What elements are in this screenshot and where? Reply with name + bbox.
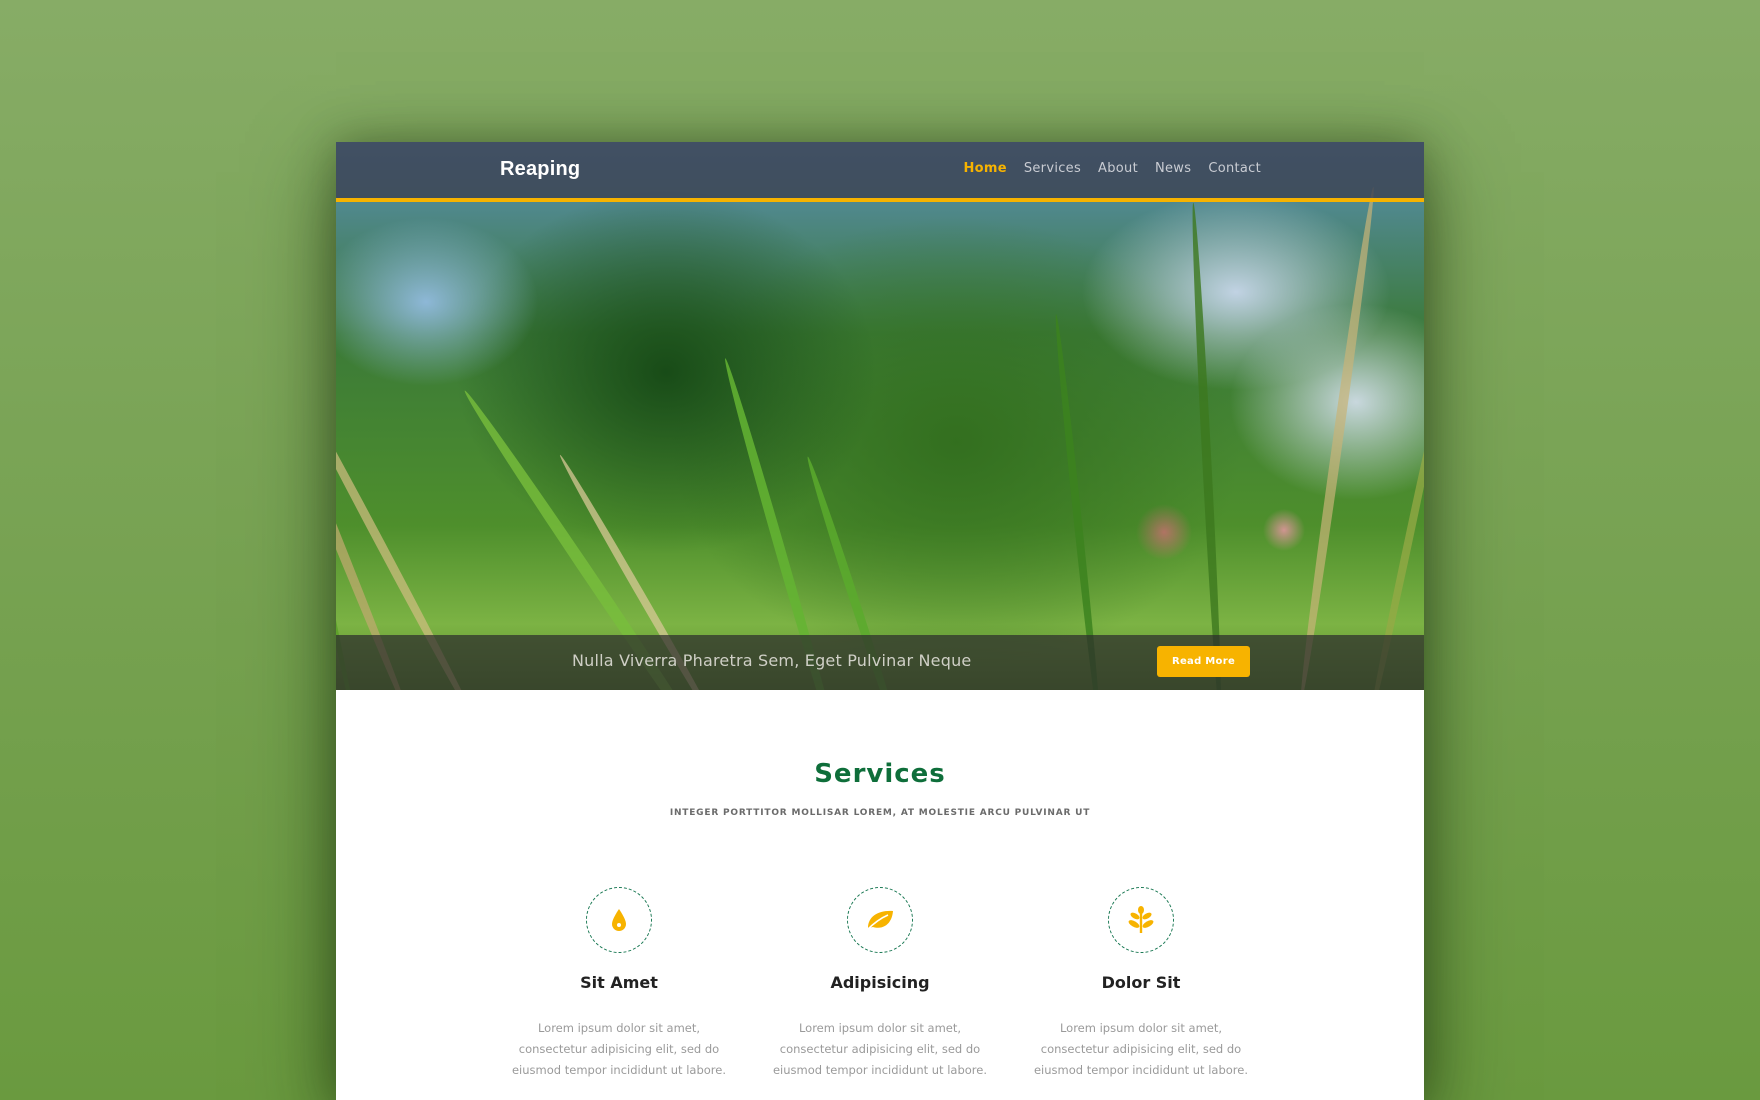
nav-link-news[interactable]: News	[1155, 161, 1191, 176]
service-name: Sit Amet	[580, 973, 658, 992]
nav-link-home[interactable]: Home	[963, 161, 1006, 176]
nav-link-about[interactable]: About	[1098, 161, 1138, 176]
hero-image	[336, 142, 1424, 690]
service-description: Lorem ipsum dolor sit amet, consectetur …	[511, 1021, 727, 1077]
services-subheading: INTEGER PORTTITOR MOLLISAR LOREM, AT MOL…	[669, 808, 1091, 818]
brand-logo[interactable]: Reaping	[500, 158, 580, 181]
sprout-icon	[1108, 887, 1174, 953]
service-name: Adipisicing	[830, 973, 930, 992]
service-card: Sit Amet Lorem ipsum dolor sit amet, con…	[499, 887, 739, 1081]
service-card: Dolor Sit Lorem ipsum dolor sit amet, co…	[1021, 887, 1261, 1081]
main-nav: Home Services About News Contact	[963, 161, 1261, 176]
nav-link-contact[interactable]: Contact	[1208, 161, 1261, 176]
leaf-icon	[847, 887, 913, 953]
nav-link-services[interactable]: Services	[1024, 161, 1081, 176]
service-description: Lorem ipsum dolor sit amet, consectetur …	[772, 1021, 988, 1077]
service-name: Dolor Sit	[1101, 973, 1181, 992]
website-preview-frame: Reaping Home Services About News Contact…	[336, 142, 1424, 1100]
hero-caption-bar: Nulla Viverra Pharetra Sem, Eget Pulvina…	[336, 635, 1424, 690]
top-navbar: Reaping Home Services About News Contact	[336, 142, 1424, 202]
hero-caption: Nulla Viverra Pharetra Sem, Eget Pulvina…	[572, 651, 972, 670]
service-description: Lorem ipsum dolor sit amet, consectetur …	[1033, 1021, 1249, 1077]
services-heading: Services	[814, 759, 946, 789]
service-card: Adipisicing Lorem ipsum dolor sit amet, …	[760, 887, 1000, 1081]
read-more-button[interactable]: Read More	[1157, 646, 1250, 677]
water-drop-icon	[586, 887, 652, 953]
